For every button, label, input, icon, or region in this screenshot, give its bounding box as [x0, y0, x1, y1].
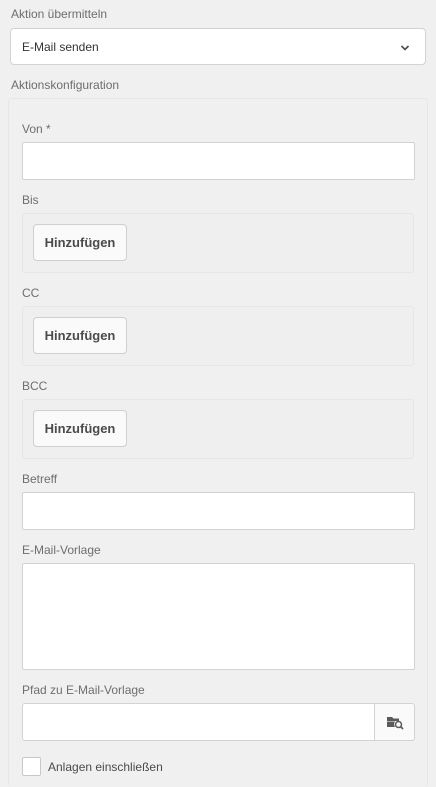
template-textarea[interactable] — [22, 563, 415, 670]
submit-action-select[interactable]: E-Mail senden — [10, 28, 426, 65]
template-path-input[interactable] — [22, 703, 375, 741]
cc-label: CC — [22, 286, 40, 300]
submit-action-value: E-Mail senden — [22, 40, 99, 54]
template-label: E-Mail-Vorlage — [22, 543, 101, 557]
chevron-down-icon — [400, 45, 410, 51]
attachments-label: Anlagen einschließen — [48, 760, 163, 774]
attachments-checkbox[interactable] — [22, 757, 41, 776]
from-input[interactable] — [22, 142, 415, 180]
bcc-label: BCC — [22, 379, 48, 393]
to-label: Bis — [22, 193, 39, 207]
template-path-label: Pfad zu E-Mail-Vorlage — [22, 683, 145, 697]
from-label: Von * — [22, 122, 51, 136]
bcc-add-button[interactable]: Hinzufügen — [33, 410, 127, 447]
submit-action-label: Aktion übermitteln — [11, 7, 108, 21]
subject-input[interactable] — [22, 492, 415, 530]
browse-button[interactable] — [375, 703, 415, 741]
subject-label: Betreff — [22, 472, 58, 486]
cc-recipients-well: Hinzufügen — [22, 306, 414, 366]
action-config-title: Aktionskonfiguration — [11, 78, 120, 92]
to-add-button[interactable]: Hinzufügen — [33, 224, 127, 261]
bcc-recipients-well: Hinzufügen — [22, 399, 414, 459]
to-recipients-well: Hinzufügen — [22, 213, 414, 273]
folder-search-icon — [386, 717, 404, 730]
cc-add-button[interactable]: Hinzufügen — [33, 317, 127, 354]
